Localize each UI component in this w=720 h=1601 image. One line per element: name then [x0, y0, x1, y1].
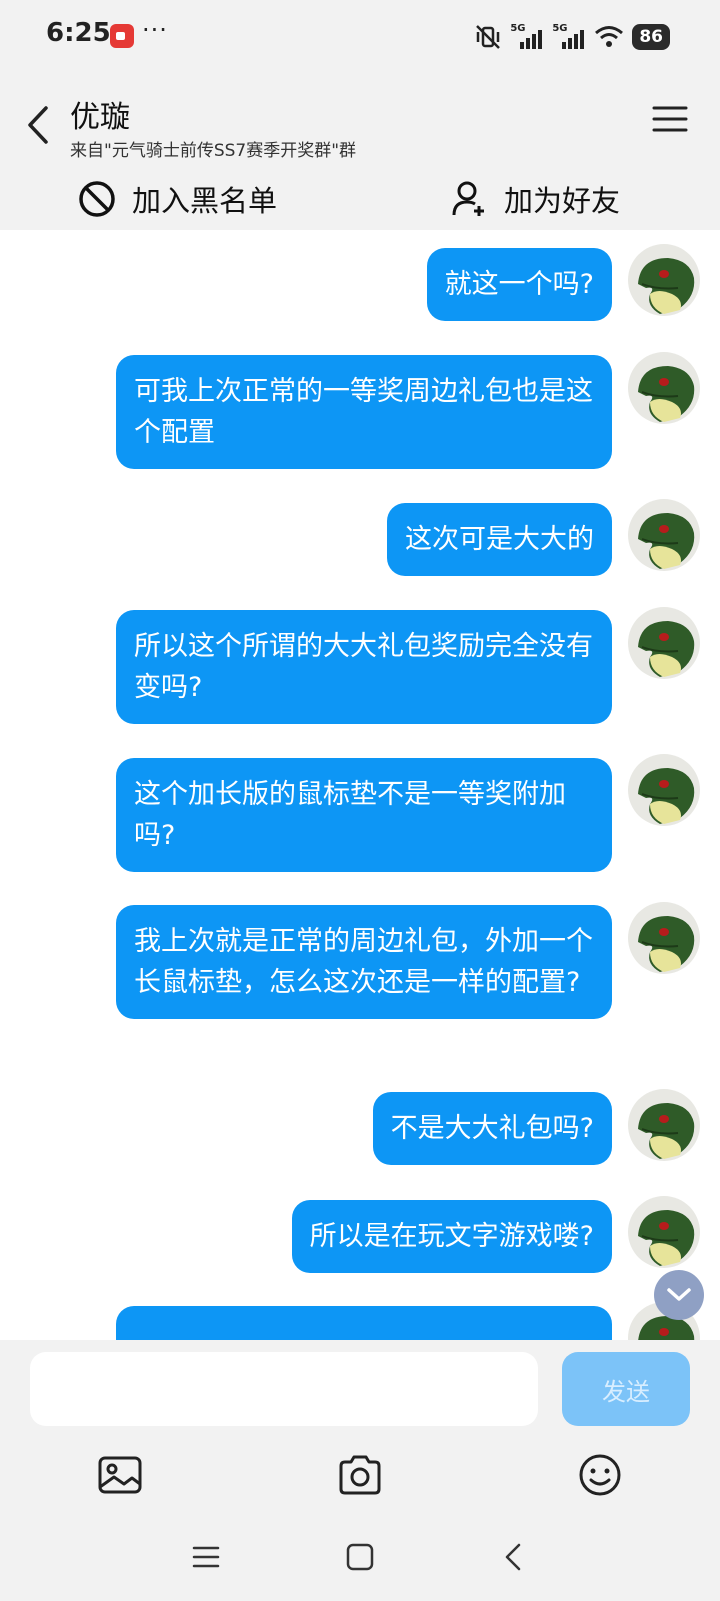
composer-toolbar	[0, 1445, 720, 1525]
snake-avatar-icon	[638, 1103, 695, 1159]
snake-avatar-icon	[638, 366, 695, 422]
battery-indicator: 86	[632, 24, 670, 50]
avatar[interactable]	[628, 1196, 700, 1268]
avatar[interactable]	[628, 607, 700, 679]
screen-record-icon	[110, 24, 134, 48]
message-input[interactable]	[30, 1352, 538, 1426]
message-bubble[interactable]: 这次可是大大的	[387, 503, 612, 576]
snake-avatar-icon	[638, 768, 695, 824]
avatar[interactable]	[628, 352, 700, 424]
message-bubble[interactable]: 我上次就是正常的周边礼包，外加一个长鼠标垫，怎么这次还是一样的配置?	[116, 905, 612, 1019]
avatar[interactable]	[628, 754, 700, 826]
block-label: 加入黑名单	[132, 184, 278, 218]
message-text: 不是大大礼包吗?	[390, 1113, 594, 1144]
header-actions: 加入黑名单 加为好友	[0, 170, 720, 226]
add-friend-button[interactable]: 加为好友	[452, 178, 620, 220]
back-icon[interactable]	[498, 1541, 530, 1573]
signal-sim1-icon: 5G	[510, 23, 544, 51]
avatar[interactable]	[628, 244, 700, 316]
image-icon[interactable]	[96, 1451, 144, 1499]
message-bubble[interactable]: 这个加长版的鼠标垫不是一等奖附加吗?	[116, 758, 612, 872]
message-text: 我上次就是正常的周边礼包，外加一个长鼠标垫，怎么这次还是一样的配置?	[134, 926, 593, 998]
add-friend-label: 加为好友	[504, 184, 621, 218]
menu-icon[interactable]	[652, 104, 688, 134]
status-bar: 6:25 ··· 5G 5G 86	[0, 0, 720, 72]
system-nav-bar	[0, 1525, 720, 1601]
block-button[interactable]: 加入黑名单	[78, 178, 277, 220]
chat-header: 优璇 来自"元气骑士前传SS7赛季开奖群"群 加入黑名单 加为好友	[0, 72, 720, 230]
wifi-icon	[595, 26, 624, 47]
snake-avatar-icon	[638, 621, 695, 677]
message-text: 所以这个所谓的大大礼包奖励完全没有变吗?	[134, 631, 593, 703]
message-bubble[interactable]: 可我上次正常的一等奖周边礼包也是这个配置	[116, 355, 612, 469]
back-arrow-icon[interactable]	[22, 100, 58, 150]
status-icons: 5G 5G 86	[474, 22, 670, 52]
home-icon[interactable]	[344, 1541, 376, 1573]
message-text: 所以是在玩文字游戏喽?	[309, 1221, 594, 1252]
snake-avatar-icon	[638, 258, 695, 314]
avatar[interactable]	[628, 902, 700, 974]
message-bubble-partial[interactable]	[116, 1306, 612, 1340]
emoji-icon[interactable]	[576, 1451, 624, 1499]
chevron-down-icon	[667, 1288, 691, 1301]
muted-vibrate-icon	[476, 25, 501, 49]
avatar[interactable]	[628, 499, 700, 571]
message-text: 这次可是大大的	[405, 524, 594, 555]
composer: 发送	[0, 1340, 720, 1445]
signal-sim2-icon: 5G	[552, 23, 586, 51]
contact-source: 来自"元气骑士前传SS7赛季开奖群"群	[70, 141, 357, 161]
message-text: 可我上次正常的一等奖周边礼包也是这个配置	[134, 376, 593, 448]
avatar[interactable]	[628, 1089, 700, 1161]
send-button[interactable]: 发送	[562, 1352, 690, 1426]
contact-name: 优璇	[70, 100, 130, 135]
message-text: 这个加长版的鼠标垫不是一等奖附加吗?	[134, 779, 566, 851]
message-bubble[interactable]: 所以这个所谓的大大礼包奖励完全没有变吗?	[116, 610, 612, 724]
message-bubble[interactable]: 就这一个吗?	[426, 248, 612, 321]
recent-apps-icon[interactable]	[190, 1541, 222, 1573]
snake-avatar-icon	[638, 916, 695, 972]
message-bubble[interactable]: 所以是在玩文字游戏喽?	[291, 1200, 612, 1273]
status-time: 6:25	[46, 18, 111, 48]
message-list[interactable]: 就这一个吗? 可我上次正常的一等奖周边礼包也是这个配置 这次可是大大的 所以这个…	[0, 230, 720, 1340]
block-icon	[79, 181, 115, 217]
message-text: 就这一个吗?	[444, 269, 594, 300]
snake-avatar-icon	[638, 1210, 695, 1266]
camera-icon[interactable]	[336, 1451, 384, 1499]
more-notifications-icon: ···	[142, 16, 168, 44]
scroll-to-bottom-button[interactable]	[654, 1270, 704, 1320]
add-user-icon	[452, 181, 484, 216]
snake-avatar-icon	[638, 513, 695, 569]
message-bubble[interactable]: 不是大大礼包吗?	[372, 1092, 612, 1165]
